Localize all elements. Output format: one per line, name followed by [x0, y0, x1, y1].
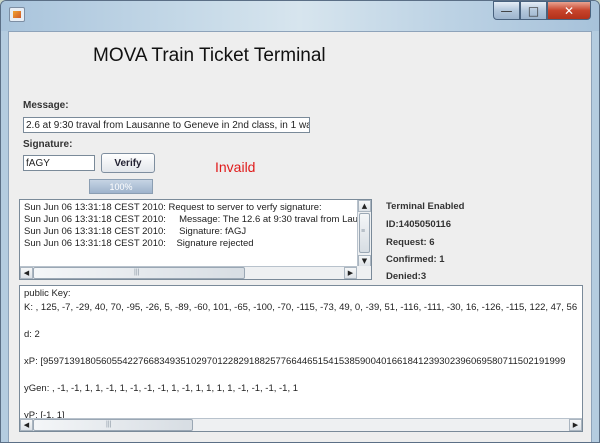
maximize-button[interactable]: □ [520, 1, 547, 20]
terminal-id: ID:1405050116 [386, 219, 451, 230]
scroll-corner [357, 266, 371, 279]
content-panel: MOVA Train Ticket Terminal Message: 2.6 … [8, 31, 592, 442]
window-controls: — □ ✕ [493, 1, 591, 20]
signature-field[interactable]: fAGY [23, 155, 95, 171]
confirmed-count: Confirmed: 1 [386, 254, 445, 265]
page-title: MOVA Train Ticket Terminal [93, 45, 326, 66]
log-line: Sun Jun 06 13:31:18 CEST 2010: Message: … [24, 214, 358, 225]
scroll-up-icon[interactable]: ▲ [358, 200, 371, 212]
minimize-button[interactable]: — [493, 1, 520, 20]
terminal-status: Terminal Enabled [386, 201, 465, 212]
log-horizontal-thumb[interactable]: ||| [33, 267, 245, 279]
close-button[interactable]: ✕ [547, 1, 591, 20]
app-window: — □ ✕ MOVA Train Ticket Terminal Message… [0, 0, 600, 443]
scroll-right-icon[interactable]: ▶ [344, 267, 357, 279]
scroll-right-icon[interactable]: ▶ [569, 419, 582, 431]
log-line: Sun Jun 06 13:31:18 CEST 2010: Signature… [24, 238, 254, 249]
scroll-left-icon[interactable]: ◀ [20, 419, 33, 431]
log-line: Sun Jun 06 13:31:18 CEST 2010: Signature… [24, 226, 247, 237]
log-text: Sun Jun 06 13:31:18 CEST 2010: Request t… [24, 202, 358, 250]
log-horizontal-scrollbar[interactable]: ◀ ||| ▶ [20, 266, 357, 279]
public-key-label: public Key: [24, 288, 71, 299]
log-vertical-thumb[interactable]: ≡ [359, 213, 370, 253]
key-d-line: d: 2 [24, 329, 40, 340]
verification-result: Invaild [215, 159, 256, 175]
denied-count: Denied:3 [386, 271, 427, 282]
progress-bar: 100% [89, 179, 153, 194]
title-bar[interactable]: — □ ✕ [1, 1, 599, 31]
signature-label: Signature: [23, 139, 73, 150]
log-pane[interactable]: Sun Jun 06 13:31:18 CEST 2010: Request t… [19, 199, 372, 280]
grip-icon: ≡ [361, 228, 366, 235]
message-label: Message: [23, 100, 69, 111]
key-xp-line: xP: [95971391805605542276683493510297012… [24, 356, 566, 367]
key-horizontal-scrollbar[interactable]: ◀ ||| ▶ [20, 418, 582, 431]
scroll-left-icon[interactable]: ◀ [20, 267, 33, 279]
public-key-pane[interactable]: public Key: K: , 125, -7, -29, 40, 70, -… [19, 285, 583, 432]
grip-icon: ||| [106, 421, 112, 428]
log-vertical-scrollbar[interactable]: ▲ ≡ ▼ [357, 200, 371, 267]
grip-icon: ||| [134, 269, 140, 276]
key-ygen-line: yGen: , -1, -1, 1, 1, -1, 1, -1, -1, -1,… [24, 383, 299, 394]
verify-button[interactable]: Verify [101, 153, 155, 173]
message-field[interactable]: 2.6 at 9:30 traval from Lausanne to Gene… [23, 117, 310, 133]
key-horizontal-thumb[interactable]: ||| [33, 419, 193, 431]
request-count: Request: 6 [386, 237, 435, 248]
key-k-line: K: , 125, -7, -29, 40, 70, -95, -26, 5, … [24, 302, 578, 313]
log-line: Sun Jun 06 13:31:18 CEST 2010: Request t… [24, 202, 322, 213]
app-icon [9, 7, 25, 22]
